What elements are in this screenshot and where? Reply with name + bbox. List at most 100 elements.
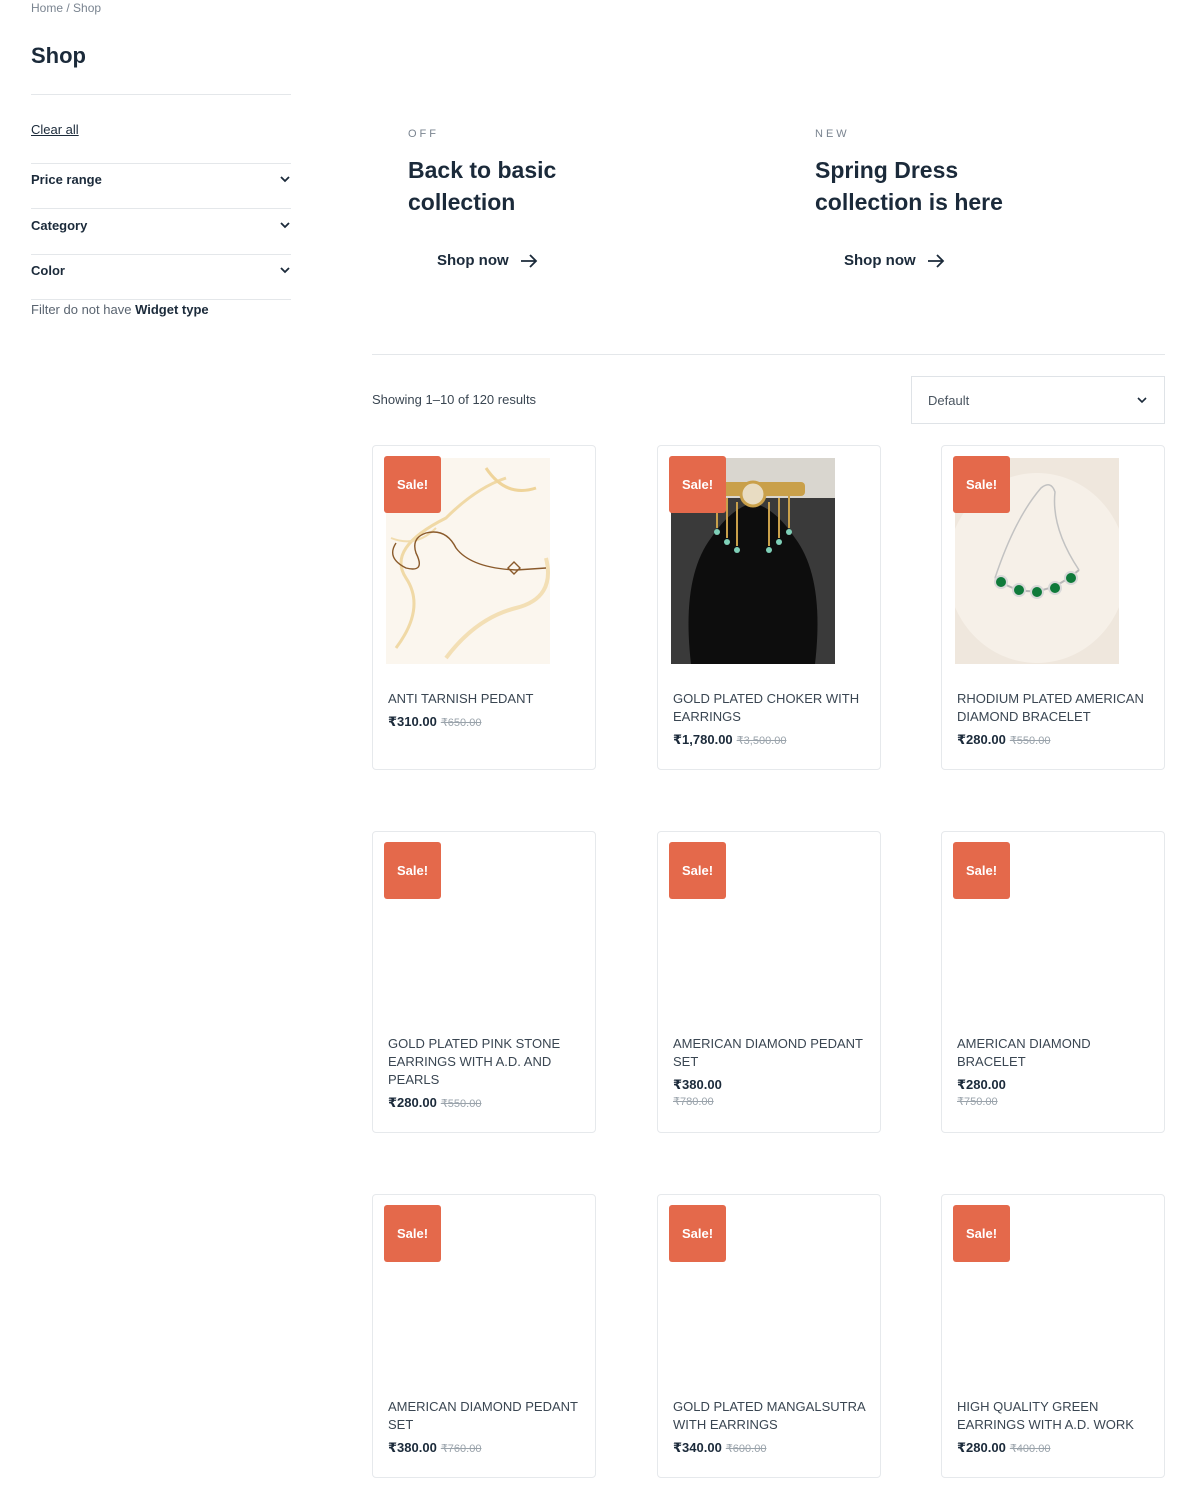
results-count: Showing 1–10 of 120 results <box>372 392 537 407</box>
sale-badge[interactable]: Sale! <box>384 1205 441 1262</box>
product-info: HIGH QUALITY GREEN EARRINGS WITH A.D. WO… <box>957 1398 1152 1456</box>
promo-title-line: Spring Dress <box>815 157 959 183</box>
sale-badge[interactable]: Sale! <box>669 842 726 899</box>
sidebar-divider <box>31 208 291 209</box>
promo-banner-basic: OFF Back to basic collection Shop now <box>408 128 728 269</box>
filter-color[interactable]: Color <box>31 260 291 280</box>
sale-badge[interactable]: Sale! <box>953 842 1010 899</box>
product-price: ₹340.00 ₹600.00 <box>673 1440 868 1456</box>
sale-badge[interactable]: Sale! <box>669 1205 726 1262</box>
product-price: ₹280.00 ₹750.00 <box>957 1077 1152 1108</box>
price-current: ₹310.00 <box>388 714 437 729</box>
price-current: ₹280.00 <box>957 1077 1006 1092</box>
price-original: ₹550.00 <box>1009 735 1051 747</box>
sale-badge[interactable]: Sale! <box>384 456 441 513</box>
product-card[interactable]: Sale! GOLD PLATED MANGALSUTRA WITH EARRI… <box>657 1194 881 1478</box>
product-info: RHODIUM PLATED AMERICAN DIAMOND BRACELET… <box>957 690 1152 748</box>
product-info: GOLD PLATED CHOKER WITH EARRINGS ₹1,780.… <box>673 690 868 748</box>
product-name[interactable]: HIGH QUALITY GREEN EARRINGS WITH A.D. WO… <box>957 1398 1152 1434</box>
chevron-down-icon <box>280 267 290 274</box>
shop-now-label: Shop now <box>844 252 916 269</box>
main-divider <box>372 354 1165 355</box>
filter-price-range[interactable]: Price range <box>31 169 291 189</box>
product-name[interactable]: AMERICAN DIAMOND BRACELET <box>957 1035 1152 1071</box>
product-info: ANTI TARNISH PEDANT ₹310.00 ₹650.00 <box>388 690 583 730</box>
product-info: AMERICAN DIAMOND PEDANT SET ₹380.00 ₹780.… <box>673 1035 868 1108</box>
shop-now-button[interactable]: Shop now <box>437 252 539 269</box>
product-price: ₹380.00 ₹780.00 <box>673 1077 868 1108</box>
product-name[interactable]: GOLD PLATED PINK STONE EARRINGS WITH A.D… <box>388 1035 583 1089</box>
product-name[interactable]: GOLD PLATED MANGALSUTRA WITH EARRINGS <box>673 1398 868 1434</box>
sidebar-divider <box>31 163 291 164</box>
filter-label: Price range <box>31 171 102 187</box>
chevron-down-icon <box>280 176 290 183</box>
filter-category[interactable]: Category <box>31 215 291 235</box>
sale-badge[interactable]: Sale! <box>953 456 1010 513</box>
sale-badge[interactable]: Sale! <box>953 1205 1010 1262</box>
sale-badge[interactable]: Sale! <box>384 842 441 899</box>
promo-title-line: Back to basic <box>408 157 557 183</box>
product-price: ₹280.00 ₹400.00 <box>957 1440 1152 1456</box>
product-name[interactable]: GOLD PLATED CHOKER WITH EARRINGS <box>673 690 868 726</box>
filter-note: Filter do not have Widget type <box>31 302 209 317</box>
sort-selected-value: Default <box>928 392 970 408</box>
product-card[interactable]: Sale! AMERICAN DIAMOND BRACELET ₹280.00 ₹… <box>941 831 1165 1133</box>
arrow-right-icon <box>520 253 537 268</box>
price-original: ₹760.00 <box>440 1443 482 1455</box>
price-original: ₹3,500.00 <box>736 735 787 747</box>
product-name[interactable]: ANTI TARNISH PEDANT <box>388 690 583 708</box>
product-name[interactable]: RHODIUM PLATED AMERICAN DIAMOND BRACELET <box>957 690 1152 726</box>
price-current: ₹340.00 <box>673 1440 722 1455</box>
product-price: ₹280.00 ₹550.00 <box>388 1095 583 1111</box>
price-original: ₹550.00 <box>440 1098 482 1110</box>
price-original: ₹400.00 <box>1009 1443 1051 1455</box>
product-card[interactable]: Sale! ANTI TARNISH PEDANT ₹310.00 ₹650.00 <box>372 445 596 770</box>
shop-now-button[interactable]: Shop now <box>844 252 946 269</box>
price-original: ₹650.00 <box>440 717 482 729</box>
promo-title-line: collection <box>408 189 516 215</box>
price-current: ₹280.00 <box>957 732 1006 747</box>
product-price: ₹310.00 ₹650.00 <box>388 714 583 730</box>
filter-label: Color <box>31 262 65 278</box>
product-name[interactable]: AMERICAN DIAMOND PEDANT SET <box>673 1035 868 1071</box>
promo-tag: NEW <box>815 128 850 140</box>
breadcrumb[interactable]: Home / Shop <box>31 1 101 15</box>
price-current: ₹380.00 <box>673 1077 722 1092</box>
promo-title-line: collection is here <box>815 189 1003 215</box>
product-card[interactable]: Sale! AMERICAN DIAMOND PEDANT SET ₹380.0… <box>372 1194 596 1478</box>
promo-title: Back to basic collection <box>408 154 728 218</box>
price-current: ₹280.00 <box>388 1095 437 1110</box>
price-current: ₹280.00 <box>957 1440 1006 1455</box>
sort-select[interactable]: Default <box>911 376 1165 424</box>
filter-note-bold: Widget type <box>135 302 209 317</box>
product-card[interactable]: Sale! AMERICAN DIAMOND PEDANT SET ₹380.0… <box>657 831 881 1133</box>
shop-now-label: Shop now <box>437 252 509 269</box>
sidebar-divider <box>31 94 291 95</box>
arrow-right-icon <box>927 253 944 268</box>
promo-tag: OFF <box>408 128 439 140</box>
product-price: ₹380.00 ₹760.00 <box>388 1440 583 1456</box>
chevron-down-icon <box>280 222 290 229</box>
sale-badge[interactable]: Sale! <box>669 456 726 513</box>
product-card[interactable]: Sale! RHODIUM PLATED AMERICAN DIAMOND BR… <box>941 445 1165 770</box>
product-card[interactable]: Sale! GOLD PLATED CHOKER WITH EARRINGS ₹… <box>657 445 881 770</box>
product-price: ₹1,780.00 ₹3,500.00 <box>673 732 868 748</box>
price-original: ₹780.00 <box>673 1096 714 1108</box>
filter-note-text: Filter do not have <box>31 302 132 317</box>
clear-all-link[interactable]: Clear all <box>31 122 79 137</box>
product-card[interactable]: Sale! HIGH QUALITY GREEN EARRINGS WITH A… <box>941 1194 1165 1478</box>
product-name[interactable]: AMERICAN DIAMOND PEDANT SET <box>388 1398 583 1434</box>
product-info: GOLD PLATED MANGALSUTRA WITH EARRINGS ₹3… <box>673 1398 868 1456</box>
product-card[interactable]: Sale! GOLD PLATED PINK STONE EARRINGS WI… <box>372 831 596 1133</box>
page-title: Shop <box>31 43 86 68</box>
chevron-down-icon <box>1137 397 1147 404</box>
product-info: AMERICAN DIAMOND PEDANT SET ₹380.00 ₹760.… <box>388 1398 583 1456</box>
price-current: ₹380.00 <box>388 1440 437 1455</box>
filter-label: Category <box>31 217 88 233</box>
price-original: ₹600.00 <box>725 1443 767 1455</box>
sidebar-divider <box>31 299 291 300</box>
product-info: AMERICAN DIAMOND BRACELET ₹280.00 ₹750.00 <box>957 1035 1152 1108</box>
product-price: ₹280.00 ₹550.00 <box>957 732 1152 748</box>
product-info: GOLD PLATED PINK STONE EARRINGS WITH A.D… <box>388 1035 583 1111</box>
promo-title: Spring Dress collection is here <box>815 154 1135 218</box>
